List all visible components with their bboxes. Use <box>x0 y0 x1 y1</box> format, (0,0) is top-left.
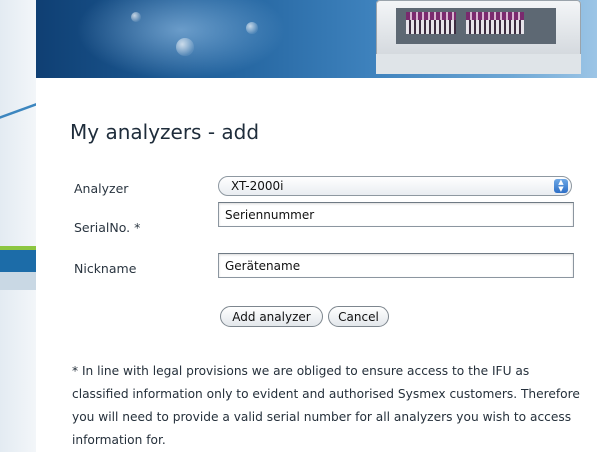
banner-bubble <box>176 38 194 56</box>
rail-blue-tab <box>0 250 36 272</box>
left-rail <box>0 0 36 452</box>
main-content: My analyzers - add Analyzer XT-2000i ▲ ▼ … <box>36 78 597 452</box>
chevron-up-down-icon: ▲ ▼ <box>554 179 568 193</box>
analyzer-select[interactable]: XT-2000i ▲ ▼ <box>218 176 572 196</box>
legal-footnote: * In line with legal provisions we are o… <box>72 364 580 447</box>
banner-bubble <box>246 22 258 34</box>
serial-label: SerialNo. * <box>74 220 141 235</box>
analyzer-label: Analyzer <box>74 181 129 196</box>
rail-accent-line <box>0 92 36 132</box>
serial-number-input[interactable] <box>218 202 574 227</box>
nickname-input[interactable] <box>218 253 574 278</box>
cancel-button[interactable]: Cancel <box>328 306 389 327</box>
analyzer-device-image <box>366 0 586 78</box>
nickname-label: Nickname <box>74 261 137 276</box>
rail-light-tab <box>0 272 36 290</box>
add-analyzer-button[interactable]: Add analyzer <box>220 306 323 327</box>
header-banner <box>36 0 597 78</box>
analyzer-select-value: XT-2000i <box>231 179 284 193</box>
banner-bubble <box>131 12 141 22</box>
page-title: My analyzers - add <box>70 120 260 144</box>
